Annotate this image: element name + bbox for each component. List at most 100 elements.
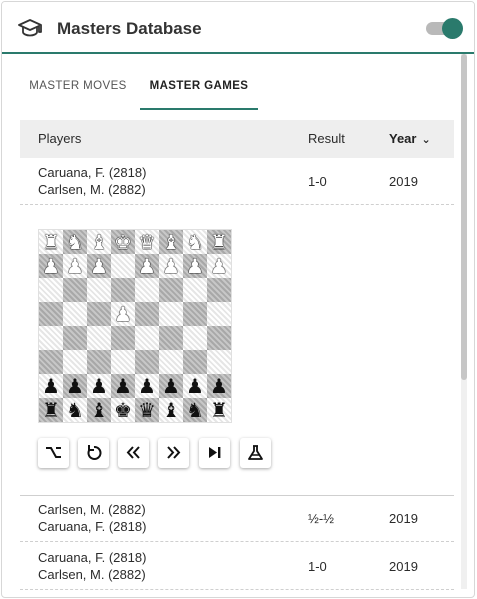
board-square[interactable] <box>207 326 231 350</box>
board-square[interactable] <box>87 278 111 302</box>
flip-board-button[interactable] <box>78 438 109 468</box>
white-pawn-icon[interactable]: ♟ <box>210 254 228 278</box>
white-pawn-icon[interactable]: ♟ <box>42 254 60 278</box>
black-pawn-icon[interactable]: ♟ <box>138 374 156 398</box>
board-square[interactable]: ♝ <box>87 230 111 254</box>
white-pawn-icon[interactable]: ♟ <box>114 302 132 326</box>
play-button[interactable] <box>199 438 230 468</box>
column-players[interactable]: Players <box>38 120 81 158</box>
board-square[interactable] <box>111 278 135 302</box>
option-key-button[interactable] <box>38 438 69 468</box>
board-square[interactable]: ♟ <box>183 254 207 278</box>
white-pawn-icon[interactable]: ♟ <box>186 254 204 278</box>
board-square[interactable] <box>183 278 207 302</box>
board-square[interactable]: ♟ <box>111 302 135 326</box>
board-square[interactable]: ♟ <box>39 254 63 278</box>
column-year[interactable]: Year ⌄ <box>389 120 431 159</box>
board-square[interactable]: ♟ <box>135 254 159 278</box>
board-square[interactable]: ♟ <box>183 374 207 398</box>
board-square[interactable] <box>111 350 135 374</box>
game-row[interactable]: Caruana, F. (2818) Carlsen, M. (2882) 1-… <box>20 543 454 590</box>
board-square[interactable]: ♟ <box>87 254 111 278</box>
board-square[interactable]: ♜ <box>39 398 63 422</box>
board-square[interactable] <box>159 278 183 302</box>
black-rook-icon[interactable]: ♜ <box>210 398 228 422</box>
black-pawn-icon[interactable]: ♟ <box>66 374 84 398</box>
black-queen-icon[interactable]: ♛ <box>138 398 156 422</box>
board-square[interactable]: ♞ <box>183 398 207 422</box>
column-result[interactable]: Result <box>308 120 345 158</box>
board-square[interactable]: ♟ <box>159 374 183 398</box>
board-square[interactable] <box>39 350 63 374</box>
board-square[interactable]: ♜ <box>207 398 231 422</box>
board-square[interactable]: ♟ <box>159 254 183 278</box>
enable-toggle[interactable] <box>424 18 463 39</box>
white-pawn-icon[interactable]: ♟ <box>162 254 180 278</box>
board-square[interactable] <box>207 302 231 326</box>
board-square[interactable]: ♞ <box>183 230 207 254</box>
board-square[interactable] <box>87 326 111 350</box>
board-square[interactable]: ♟ <box>63 254 87 278</box>
board-square[interactable] <box>63 350 87 374</box>
black-knight-icon[interactable]: ♞ <box>186 398 204 422</box>
black-bishop-icon[interactable]: ♝ <box>90 398 108 422</box>
board-square[interactable] <box>63 302 87 326</box>
board-square[interactable] <box>183 302 207 326</box>
board-square[interactable] <box>183 326 207 350</box>
board-square[interactable] <box>39 326 63 350</box>
first-move-button[interactable] <box>118 438 149 468</box>
tab-master-moves[interactable]: MASTER MOVES <box>20 66 136 108</box>
board-square[interactable]: ♚ <box>111 398 135 422</box>
board-square[interactable]: ♟ <box>87 374 111 398</box>
board-square[interactable] <box>183 350 207 374</box>
scrollbar-thumb[interactable] <box>461 54 467 380</box>
board-square[interactable] <box>159 302 183 326</box>
board-square[interactable] <box>159 326 183 350</box>
game-row[interactable]: Carlsen, M. (2882) Caruana, F. (2818) ½-… <box>20 495 454 542</box>
white-pawn-icon[interactable]: ♟ <box>138 254 156 278</box>
board-square[interactable]: ♞ <box>63 230 87 254</box>
white-bishop-icon[interactable]: ♝ <box>90 230 108 254</box>
board-square[interactable]: ♟ <box>63 374 87 398</box>
black-king-icon[interactable]: ♚ <box>114 398 132 422</box>
black-pawn-icon[interactable]: ♟ <box>42 374 60 398</box>
board-square[interactable]: ♟ <box>207 254 231 278</box>
board-square[interactable] <box>135 278 159 302</box>
board-square[interactable]: ♞ <box>63 398 87 422</box>
board-square[interactable]: ♚ <box>111 230 135 254</box>
board-square[interactable]: ♝ <box>159 398 183 422</box>
black-rook-icon[interactable]: ♜ <box>42 398 60 422</box>
scrollbar[interactable] <box>461 54 467 589</box>
board-square[interactable]: ♝ <box>87 398 111 422</box>
analysis-button[interactable] <box>240 438 271 468</box>
white-knight-icon[interactable]: ♞ <box>66 230 84 254</box>
white-bishop-icon[interactable]: ♝ <box>162 230 180 254</box>
board-square[interactable] <box>111 326 135 350</box>
board-square[interactable] <box>39 278 63 302</box>
white-rook-icon[interactable]: ♜ <box>42 230 60 254</box>
board-square[interactable] <box>135 326 159 350</box>
board-square[interactable]: ♛ <box>135 230 159 254</box>
board-square[interactable]: ♟ <box>111 374 135 398</box>
black-knight-icon[interactable]: ♞ <box>66 398 84 422</box>
white-king-icon[interactable]: ♚ <box>114 230 132 254</box>
board-square[interactable] <box>63 278 87 302</box>
board-square[interactable] <box>63 326 87 350</box>
white-knight-icon[interactable]: ♞ <box>186 230 204 254</box>
black-pawn-icon[interactable]: ♟ <box>90 374 108 398</box>
board-square[interactable] <box>207 350 231 374</box>
board-square[interactable]: ♜ <box>39 230 63 254</box>
white-rook-icon[interactable]: ♜ <box>210 230 228 254</box>
last-move-button[interactable] <box>158 438 189 468</box>
board-square[interactable] <box>135 350 159 374</box>
white-queen-icon[interactable]: ♛ <box>138 230 156 254</box>
tab-master-games[interactable]: MASTER GAMES <box>140 66 258 110</box>
board-square[interactable] <box>87 302 111 326</box>
board-square[interactable]: ♟ <box>135 374 159 398</box>
black-bishop-icon[interactable]: ♝ <box>162 398 180 422</box>
board-square[interactable]: ♟ <box>39 374 63 398</box>
board-square[interactable]: ♟ <box>207 374 231 398</box>
board-square[interactable] <box>39 302 63 326</box>
board-square[interactable] <box>111 254 135 278</box>
chess-board[interactable]: ♜ ♞ ♝ ♚ ♛ ♝ ♞ ♜ ♟ ♟ ♟ ♟ ♟ ♟ ♟ ♟ ♟ ♟ ♟ ♟ ♟ ♟ ♟ ♟ ♜ ♞ ♝ ♚ ♛ ♝ ♞ ♜ <box>38 229 232 423</box>
